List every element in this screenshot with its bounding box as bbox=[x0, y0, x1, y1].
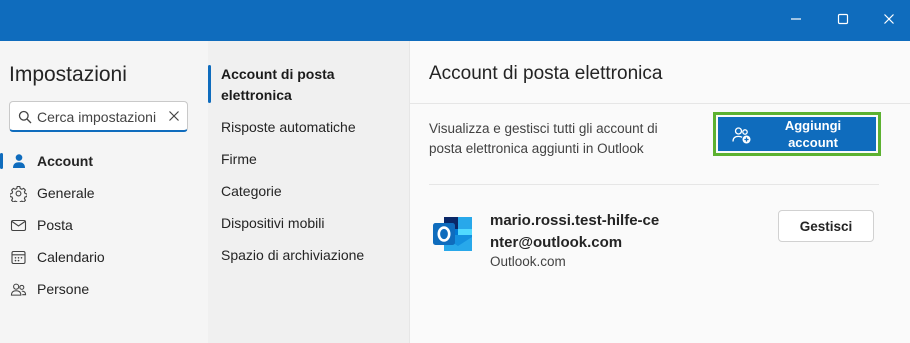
maximize-button[interactable] bbox=[820, 0, 866, 38]
clear-search-icon[interactable] bbox=[167, 109, 181, 123]
subnav-item-auto-replies[interactable]: Risposte automatiche bbox=[221, 117, 356, 138]
sidebar-item-label: Calendario bbox=[37, 249, 105, 265]
add-people-icon bbox=[732, 127, 751, 144]
mail-icon bbox=[10, 217, 27, 234]
account-type: Outlook.com bbox=[490, 254, 566, 269]
sidebar-item-generale[interactable]: Generale bbox=[0, 178, 208, 208]
sidebar-item-posta[interactable]: Posta bbox=[0, 210, 208, 240]
account-subnav: Account di posta elettronica Risposte au… bbox=[208, 41, 409, 343]
description-text: Visualizza e gestisci tutti gli account … bbox=[429, 121, 658, 156]
divider bbox=[410, 103, 910, 104]
title-bar bbox=[0, 0, 910, 41]
manage-account-button[interactable]: Gestisci bbox=[778, 210, 874, 242]
add-account-label: Aggiungi account bbox=[784, 118, 842, 150]
active-indicator bbox=[0, 153, 3, 169]
settings-sidebar: Impostazioni Account Generale Posta bbox=[0, 41, 208, 343]
close-button[interactable] bbox=[866, 0, 910, 38]
page-title: Account di posta elettronica bbox=[429, 63, 663, 84]
sidebar-item-persone[interactable]: Persone bbox=[0, 274, 208, 304]
calendar-icon bbox=[10, 249, 27, 266]
sidebar-item-label: Persone bbox=[37, 281, 90, 297]
add-account-highlight: Aggiungi account bbox=[713, 112, 881, 156]
subnav-item-mobile-devices[interactable]: Dispositivi mobili bbox=[221, 213, 324, 234]
sidebar-item-label: Posta bbox=[37, 217, 73, 233]
divider bbox=[429, 184, 879, 185]
sidebar-item-label: Account bbox=[37, 153, 93, 169]
add-account-button[interactable]: Aggiungi account bbox=[718, 117, 876, 151]
people-icon bbox=[10, 281, 27, 298]
subnav-item-categories[interactable]: Categorie bbox=[221, 181, 282, 202]
maximize-icon bbox=[837, 13, 849, 25]
active-indicator bbox=[208, 65, 211, 103]
gear-icon bbox=[10, 185, 27, 202]
subnav-item-signatures[interactable]: Firme bbox=[221, 149, 257, 170]
settings-title: Impostazioni bbox=[9, 63, 127, 86]
account-email: mario.rossi.test-hilfe-center@outlook.co… bbox=[490, 212, 660, 251]
search-input[interactable] bbox=[37, 107, 165, 127]
main-content: Account di posta elettronica Visualizza … bbox=[409, 41, 910, 343]
search-icon bbox=[18, 110, 32, 124]
search-box[interactable] bbox=[9, 101, 188, 132]
subnav-item-email-accounts[interactable]: Account di posta elettronica bbox=[221, 64, 391, 106]
close-icon bbox=[884, 14, 894, 24]
outlook-logo-icon bbox=[433, 217, 472, 251]
subnav-item-storage[interactable]: Spazio di archiviazione bbox=[221, 245, 364, 266]
minimize-button[interactable] bbox=[773, 0, 819, 38]
minimize-icon bbox=[791, 18, 801, 20]
person-icon bbox=[10, 153, 27, 170]
sidebar-item-calendario[interactable]: Calendario bbox=[0, 242, 208, 272]
sidebar-item-label: Generale bbox=[37, 185, 95, 201]
sidebar-item-account[interactable]: Account bbox=[0, 146, 208, 176]
